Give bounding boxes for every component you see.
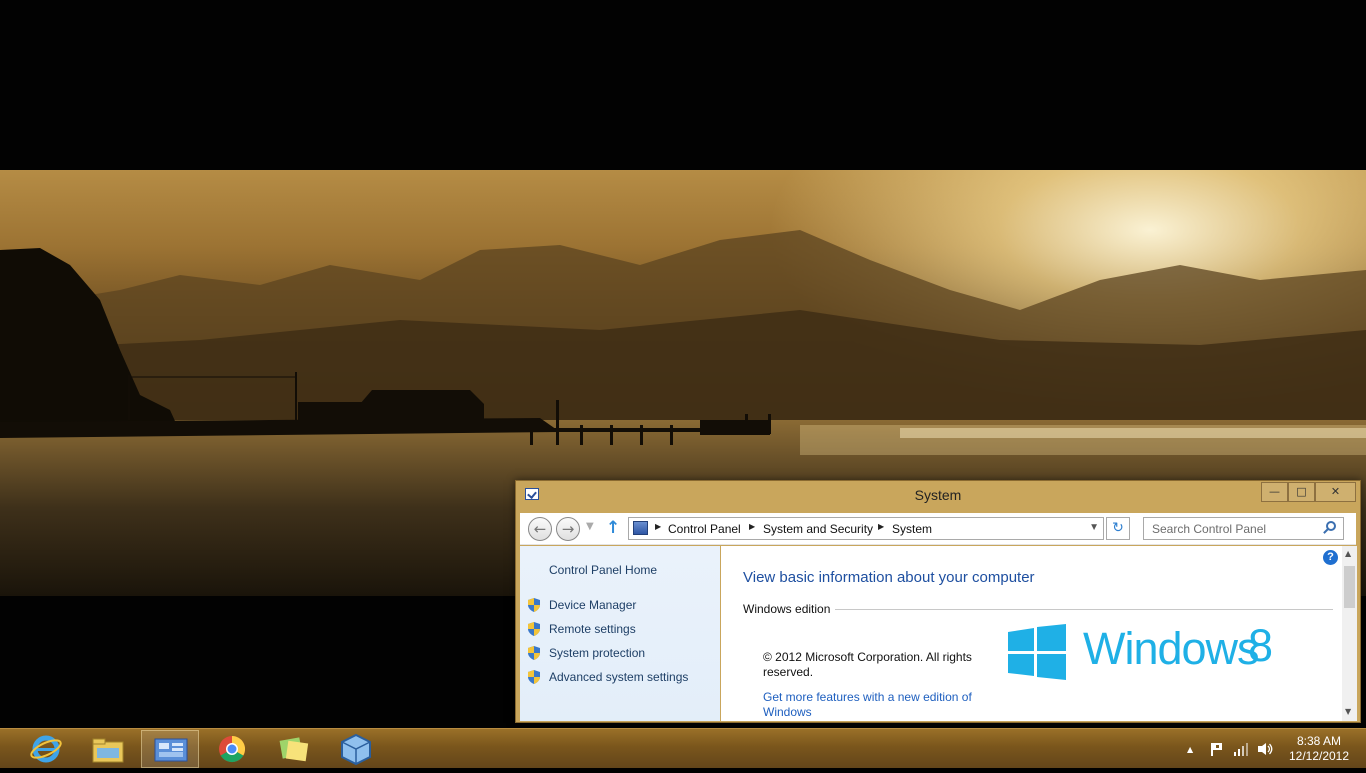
chrome-icon [219, 735, 246, 763]
shield-icon [528, 622, 540, 636]
copyright-text: © 2012 Microsoft Corporation. All rights… [763, 650, 972, 679]
forward-button[interactable]: → [556, 517, 580, 541]
taskbar: ▲ 8:38 AM 12/12/2012 [0, 728, 1366, 768]
logo-wordmark: Windows [1083, 623, 1260, 674]
volume-icon[interactable] [1256, 741, 1274, 757]
maximize-button[interactable]: □ [1288, 482, 1315, 502]
sidebar-item-advanced-system-settings[interactable]: Advanced system settings [549, 670, 688, 684]
back-arrow-icon: ← [533, 520, 547, 538]
search-icon[interactable] [1326, 521, 1336, 531]
scrollbar-thumb[interactable] [1344, 566, 1355, 608]
minimize-button[interactable]: — [1261, 482, 1288, 502]
recent-locations-chevron-icon[interactable]: ▼ [586, 521, 594, 532]
control-panel-icon [154, 738, 188, 762]
refresh-icon: ↻ [1112, 520, 1124, 536]
up-arrow-icon[interactable]: ↑ [606, 518, 620, 538]
clock-time: 8:38 AM [1296, 734, 1342, 748]
system-window: System — □ ✕ ← → ▼ ↑ ▶ Control Panel ▶ S… [515, 480, 1361, 723]
taskbar-virtualbox[interactable] [327, 730, 385, 768]
breadcrumb-system[interactable]: System [892, 522, 932, 536]
page-title: View basic information about your comput… [743, 569, 1035, 586]
sticky-notes-icon [279, 737, 309, 762]
forward-arrow-icon: → [561, 520, 575, 538]
taskbar-internet-explorer[interactable] [17, 730, 75, 768]
clock-date: 12/12/2012 [1288, 749, 1350, 763]
desktop: System — □ ✕ ← → ▼ ↑ ▶ Control Panel ▶ S… [0, 0, 1366, 728]
taskbar-sticky-notes[interactable] [265, 730, 323, 768]
close-button[interactable]: ✕ [1315, 482, 1356, 502]
vertical-scrollbar[interactable]: ▲ ▼ [1342, 546, 1357, 721]
window-title: System [914, 487, 962, 503]
sidebar: Control Panel Home Device Manager Remote… [520, 546, 720, 721]
breadcrumb-separator-icon: ▶ [749, 522, 756, 531]
virtualbox-icon [341, 733, 371, 766]
action-center-flag-icon[interactable] [1208, 741, 1228, 757]
section-title: Windows edition [743, 602, 831, 616]
search-input[interactable]: Search Control Panel [1143, 517, 1344, 540]
sidebar-item-device-manager[interactable]: Device Manager [549, 598, 636, 612]
shield-icon [528, 670, 540, 684]
breadcrumb-separator-icon: ▶ [655, 522, 662, 531]
scroll-down-arrow-icon[interactable]: ▼ [1345, 707, 1351, 716]
address-bar[interactable]: ▶ Control Panel ▶ System and Security ▶ … [628, 517, 1104, 540]
scroll-up-arrow-icon[interactable]: ▲ [1345, 549, 1351, 558]
main-content: ? View basic information about your comp… [721, 546, 1342, 721]
breadcrumb-control-panel[interactable]: Control Panel [668, 522, 741, 536]
network-signal-icon[interactable] [1232, 741, 1250, 757]
internet-explorer-icon [30, 735, 62, 763]
file-explorer-icon [92, 738, 124, 763]
navigation-bar: ← → ▼ ↑ ▶ Control Panel ▶ System and Sec… [520, 513, 1356, 545]
breadcrumb-separator-icon: ▶ [878, 522, 885, 531]
control-panel-icon [633, 521, 648, 535]
sidebar-home-link[interactable]: Control Panel Home [549, 563, 657, 577]
sidebar-item-remote-settings[interactable]: Remote settings [549, 622, 636, 636]
taskbar-clock[interactable]: 8:38 AM 12/12/2012 [1279, 734, 1359, 764]
back-button[interactable]: ← [528, 517, 552, 541]
address-dropdown-icon[interactable]: ▼ [1089, 522, 1099, 533]
help-icon[interactable]: ? [1323, 550, 1338, 565]
section-divider [835, 609, 1333, 610]
shield-icon [528, 598, 540, 612]
show-hidden-icons-chevron-icon[interactable]: ▲ [1187, 745, 1193, 754]
title-bar[interactable]: System — □ ✕ [516, 481, 1360, 511]
taskbar-control-panel[interactable] [141, 730, 199, 768]
sidebar-item-system-protection[interactable]: System protection [549, 646, 645, 660]
taskbar-chrome[interactable] [203, 730, 261, 768]
windows-flag-icon [1008, 624, 1066, 680]
windows-8-logo: Windows 8 [1008, 620, 1308, 686]
breadcrumb-system-and-security[interactable]: System and Security [763, 522, 873, 536]
logo-version-number: 8 [1248, 620, 1274, 671]
refresh-button[interactable]: ↻ [1106, 517, 1130, 540]
taskbar-file-explorer[interactable] [79, 730, 137, 768]
get-more-features-link[interactable]: Get more features with a new edition of … [763, 690, 989, 720]
shield-icon [528, 646, 540, 660]
